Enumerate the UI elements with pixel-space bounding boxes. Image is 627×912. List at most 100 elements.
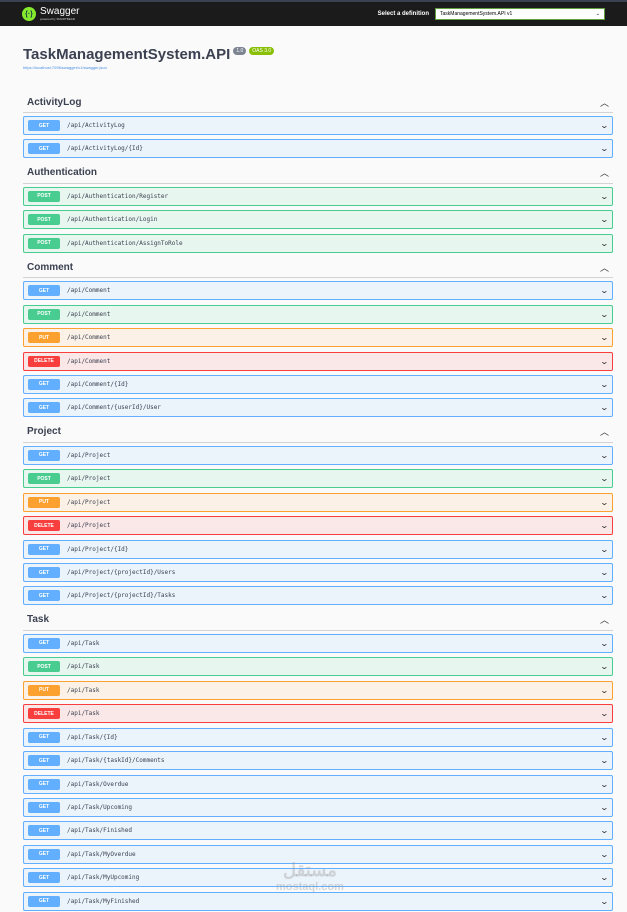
- operation-row[interactable]: GET/api/Project/{projectId}/Users ⌄: [23, 563, 613, 582]
- chevron-down-icon[interactable]: ⌄: [600, 239, 609, 248]
- method-badge: GET: [28, 285, 60, 297]
- chevron-down-icon[interactable]: ⌄: [600, 380, 609, 389]
- operation-row[interactable]: GET/api/Task/Finished ⌄: [23, 821, 613, 841]
- method-badge: GET: [28, 567, 60, 578]
- chevron-down-icon[interactable]: ⌄: [600, 686, 609, 695]
- chevron-down-icon[interactable]: ⌄: [600, 709, 609, 718]
- operation-row[interactable]: GET/api/Task/MyFinished ⌄: [23, 891, 613, 911]
- section-title: Comment: [27, 261, 74, 273]
- chevron-down-icon[interactable]: ⌄: [600, 756, 609, 765]
- operation-row[interactable]: POST/api/Authentication/Register ⌄: [23, 186, 613, 206]
- method-badge: DELETE: [28, 708, 60, 720]
- section-title: ActivityLog: [27, 96, 82, 108]
- operation-row[interactable]: POST/api/Project ⌄: [23, 469, 613, 489]
- section-title: Task: [27, 614, 50, 626]
- chevron-up-icon[interactable]: ︿: [600, 613, 609, 626]
- operation-row[interactable]: DELETE/api/Task ⌄: [23, 704, 613, 724]
- chevron-down-icon[interactable]: ⌄: [600, 897, 609, 906]
- section-header[interactable]: ActivityLog ︿: [23, 92, 613, 113]
- operation-row[interactable]: GET/api/Comment/{userId}/User ⌄: [23, 398, 613, 418]
- chevron-down-icon[interactable]: ⌄: [600, 403, 609, 412]
- section-header[interactable]: Authentication ︿: [23, 163, 613, 184]
- operation-row[interactable]: POST/api/Comment ⌄: [23, 304, 613, 324]
- oas-badge: OAS 3.0: [249, 47, 275, 55]
- chevron-down-icon[interactable]: ⌄: [600, 192, 609, 201]
- chevron-down-icon[interactable]: ⌄: [600, 591, 609, 600]
- method-badge: DELETE: [28, 355, 60, 367]
- operation-path: /api/Project/{projectId}/Tasks: [67, 592, 176, 600]
- operation-path: /api/Task/Upcoming: [67, 803, 133, 811]
- operation-row[interactable]: GET/api/ActivityLog/{Id} ⌄: [23, 139, 613, 159]
- operations-list: ActivityLog ︿ GET/api/ActivityLog ⌄ GET/api/…: [0, 70, 627, 911]
- chevron-up-icon[interactable]: ︿: [600, 261, 609, 274]
- swagger-logo[interactable]: {·} Swagger powered by SMARTBEAR: [22, 7, 79, 21]
- chevron-down-icon[interactable]: ⌄: [600, 826, 609, 835]
- operation-path: /api/ActivityLog/{Id}: [67, 145, 143, 153]
- method-badge: GET: [28, 731, 60, 743]
- section-activitylog: ActivityLog ︿ GET/api/ActivityLog ⌄ GET/api/…: [23, 92, 613, 159]
- method-badge: DELETE: [28, 520, 60, 532]
- operation-row[interactable]: GET/api/Task/{taskId}/Comments ⌄: [23, 751, 613, 771]
- chevron-down-icon[interactable]: ⌄: [600, 850, 609, 859]
- method-badge: GET: [28, 872, 60, 884]
- chevron-down-icon[interactable]: ⌄: [600, 333, 609, 342]
- chevron-down-icon[interactable]: ⌄: [600, 639, 609, 648]
- chevron-down-icon[interactable]: ⌄: [600, 733, 609, 742]
- operation-row[interactable]: DELETE/api/Comment ⌄: [23, 351, 613, 371]
- section-header[interactable]: Project ︿: [23, 422, 613, 443]
- operation-row[interactable]: POST/api/Authentication/AssignToRole ⌄: [23, 233, 613, 253]
- method-badge: POST: [28, 237, 60, 249]
- operation-path: /api/Project: [67, 451, 111, 459]
- chevron-down-icon[interactable]: ⌄: [600, 144, 609, 153]
- chevron-down-icon[interactable]: ⌄: [600, 357, 609, 366]
- operation-row[interactable]: GET/api/Task/Upcoming ⌄: [23, 797, 613, 817]
- logo-subtext: powered by SMARTBEAR: [40, 17, 75, 21]
- section-project: Project ︿ GET/api/Project ⌄ POST/api/Project…: [23, 422, 613, 606]
- operation-row[interactable]: DELETE/api/Project ⌄: [23, 516, 613, 536]
- chevron-down-icon[interactable]: ⌄: [600, 121, 609, 130]
- method-badge: POST: [28, 214, 60, 226]
- operation-row[interactable]: GET/api/ActivityLog ⌄: [23, 116, 613, 135]
- operation-row[interactable]: PUT/api/Task ⌄: [23, 680, 613, 700]
- operation-path: /api/Comment: [67, 287, 111, 295]
- chevron-up-icon[interactable]: ︿: [600, 425, 609, 438]
- chevron-down-icon[interactable]: ⌄: [600, 521, 609, 530]
- chevron-down-icon[interactable]: ⌄: [600, 545, 609, 554]
- chevron-down-icon[interactable]: ⌄: [600, 310, 609, 319]
- operation-row[interactable]: GET/api/Project/{Id} ⌄: [23, 539, 613, 559]
- operation-row[interactable]: GET/api/Project/{projectId}/Tasks ⌄: [23, 586, 613, 606]
- operation-path: /api/Comment/{userId}/User: [67, 404, 161, 412]
- method-badge: GET: [28, 590, 60, 602]
- operation-path: /api/Comment: [67, 310, 111, 318]
- operation-row[interactable]: PUT/api/Project ⌄: [23, 492, 613, 512]
- operation-row[interactable]: GET/api/Comment ⌄: [23, 281, 613, 301]
- method-badge: GET: [28, 848, 60, 860]
- operation-row[interactable]: GET/api/Task ⌄: [23, 633, 613, 653]
- section-comment: Comment ︿ GET/api/Comment ⌄ POST/api/Comment…: [23, 257, 613, 418]
- definition-select[interactable]: TaskManagementSystem.API v1 ⌄: [435, 8, 605, 20]
- chevron-down-icon[interactable]: ⌄: [600, 780, 609, 789]
- chevron-down-icon[interactable]: ⌄: [600, 568, 609, 577]
- operation-row[interactable]: PUT/api/Comment ⌄: [23, 328, 613, 348]
- operation-row[interactable]: GET/api/Task/{Id} ⌄: [23, 727, 613, 747]
- chevron-down-icon[interactable]: ⌄: [600, 662, 609, 671]
- section-header[interactable]: Task ︿: [23, 610, 613, 631]
- operation-row[interactable]: GET/api/Comment/{Id} ⌄: [23, 374, 613, 394]
- operation-row[interactable]: GET/api/Task/Overdue ⌄: [23, 774, 613, 794]
- chevron-down-icon[interactable]: ⌄: [600, 474, 609, 483]
- chevron-down-icon[interactable]: ⌄: [600, 286, 609, 295]
- chevron-down-icon[interactable]: ⌄: [600, 873, 609, 882]
- chevron-down-icon[interactable]: ⌄: [600, 451, 609, 460]
- version-badge: 1.0: [233, 47, 247, 55]
- operation-row[interactable]: GET/api/Project ⌄: [23, 445, 613, 465]
- operation-row[interactable]: POST/api/Task ⌄: [23, 657, 613, 677]
- chevron-up-icon[interactable]: ︿: [600, 166, 609, 179]
- chevron-down-icon[interactable]: ⌄: [600, 215, 609, 224]
- method-badge: PUT: [28, 332, 60, 344]
- operation-row[interactable]: POST/api/Authentication/Login ⌄: [23, 210, 613, 230]
- operation-path: /api/Task: [67, 686, 100, 694]
- chevron-up-icon[interactable]: ︿: [600, 96, 609, 109]
- chevron-down-icon[interactable]: ⌄: [600, 498, 609, 507]
- section-header[interactable]: Comment ︿: [23, 257, 613, 279]
- chevron-down-icon[interactable]: ⌄: [600, 803, 609, 812]
